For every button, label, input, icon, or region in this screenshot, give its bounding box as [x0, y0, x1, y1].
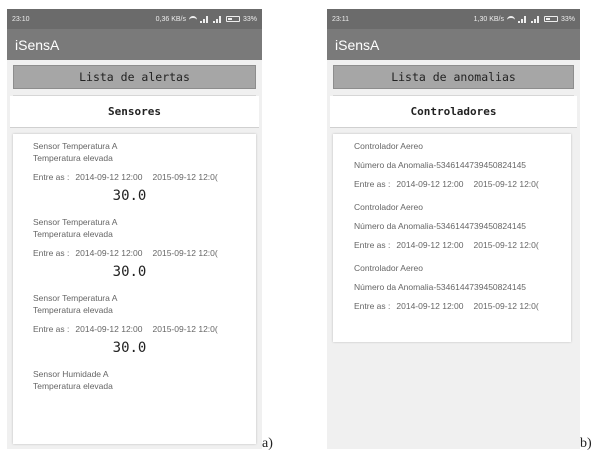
start-date: 2014-09-12 12:00	[75, 324, 143, 334]
range-label: Entre as :	[354, 179, 391, 189]
start-date: 2014-09-12 12:00	[396, 301, 464, 311]
controller-name: Controlador Aereo	[354, 263, 423, 273]
tab-sensores[interactable]: Sensores	[10, 96, 259, 128]
alert-description: Temperatura elevada	[33, 229, 113, 239]
start-date: 2014-09-12 12:00	[396, 179, 464, 189]
start-date: 2014-09-12 12:00	[396, 240, 464, 250]
list-item[interactable]: Sensor Temperatura A Temperatura elevada…	[33, 292, 256, 356]
battery-icon	[225, 16, 240, 22]
date-range: Entre as : 2014-09-12 12:00 2015-09-12 12:…	[354, 301, 571, 311]
figure-caption-a: a)	[262, 436, 273, 451]
range-label: Entre as :	[354, 301, 391, 311]
alert-description: Temperatura elevada	[33, 305, 113, 315]
anomaly-number: Número da Anomalia-5346144739450824145	[354, 160, 527, 170]
wifi-icon	[188, 16, 197, 22]
date-range: Entre as : 2014-09-12 12:00 2015-09-12 12:…	[354, 240, 571, 250]
list-item[interactable]: Controlador Aereo Número da Anomalia-534…	[354, 140, 571, 189]
anomaly-list[interactable]: Controlador Aereo Número da Anomalia-534…	[333, 134, 571, 342]
anomaly-number: Número da Anomalia-5346144739450824145	[354, 282, 527, 292]
status-bar: 23:11 1,30 KB/s 33%	[327, 9, 580, 29]
date-range: Entre as : 2014-09-12 12:00 2015-09-12 12:…	[354, 179, 571, 189]
alert-value: 30.0	[112, 340, 147, 356]
range-label: Entre as :	[354, 240, 391, 250]
date-range: Entre as : 2014-09-12 12:00 2015-09-12 12:…	[33, 248, 256, 258]
controller-name: Controlador Aereo	[354, 141, 423, 151]
end-date: 2015-09-12 12:0(	[473, 240, 539, 250]
phone-screen-anomalies: 23:11 1,30 KB/s 33% iSensA Lista de anom…	[327, 9, 580, 449]
alert-title: Sensor Temperatura A	[33, 217, 118, 227]
alert-list[interactable]: Sensor Temperatura A Temperatura elevada…	[13, 134, 256, 444]
status-time: 23:10	[12, 15, 30, 23]
app-bar: iSensA	[327, 29, 580, 60]
controller-name: Controlador Aereo	[354, 202, 423, 212]
signal-icon	[212, 15, 223, 23]
app-title: iSensA	[335, 36, 380, 53]
app-title: iSensA	[15, 36, 60, 53]
end-date: 2015-09-12 12:0(	[152, 324, 218, 334]
date-range: Entre as : 2014-09-12 12:00 2015-09-12 12:…	[33, 324, 256, 334]
anomaly-list-button[interactable]: Lista de anomalias	[333, 65, 574, 89]
end-date: 2015-09-12 12:0(	[473, 179, 539, 189]
range-label: Entre as :	[33, 324, 70, 334]
wifi-icon	[506, 16, 515, 22]
tab-controladores[interactable]: Controladores	[330, 96, 577, 128]
date-range: Entre as : 2014-09-12 12:00 2015-09-12 12:…	[33, 172, 256, 182]
alert-value: 30.0	[112, 264, 147, 280]
list-item[interactable]: Controlador Aereo Número da Anomalia-534…	[354, 201, 571, 250]
alert-title: Sensor Humidade A	[33, 369, 109, 379]
battery-icon	[543, 16, 558, 22]
signal-icon	[199, 15, 210, 23]
alert-description: Temperatura elevada	[33, 381, 113, 391]
end-date: 2015-09-12 12:0(	[473, 301, 539, 311]
list-item[interactable]: Sensor Humidade A Temperatura elevada	[33, 368, 256, 392]
range-label: Entre as :	[33, 172, 70, 182]
alert-title: Sensor Temperatura A	[33, 293, 118, 303]
list-item[interactable]: Sensor Temperatura A Temperatura elevada…	[33, 140, 256, 204]
signal-icon	[517, 15, 528, 23]
range-label: Entre as :	[33, 248, 70, 258]
network-speed: 1,30 KB/s	[473, 15, 504, 23]
battery-level: 33%	[560, 15, 575, 23]
alert-list-button[interactable]: Lista de alertas	[13, 65, 256, 89]
battery-level: 33%	[242, 15, 257, 23]
status-bar: 23:10 0,36 KB/s 33%	[7, 9, 262, 29]
alert-value: 30.0	[112, 188, 147, 204]
start-date: 2014-09-12 12:00	[75, 172, 143, 182]
alert-title: Sensor Temperatura A	[33, 141, 118, 151]
end-date: 2015-09-12 12:0(	[152, 248, 218, 258]
app-bar: iSensA	[7, 29, 262, 60]
phone-screen-alerts: 23:10 0,36 KB/s 33% iSensA Lista de aler…	[7, 9, 262, 449]
list-item[interactable]: Controlador Aereo Número da Anomalia-534…	[354, 262, 571, 311]
alert-description: Temperatura elevada	[33, 153, 113, 163]
list-item[interactable]: Sensor Temperatura A Temperatura elevada…	[33, 216, 256, 280]
signal-icon	[530, 15, 541, 23]
start-date: 2014-09-12 12:00	[75, 248, 143, 258]
figure-caption-b: b)	[580, 436, 592, 451]
status-time: 23:11	[332, 15, 349, 23]
network-speed: 0,36 KB/s	[155, 15, 186, 23]
anomaly-number: Número da Anomalia-5346144739450824145	[354, 221, 527, 231]
end-date: 2015-09-12 12:0(	[152, 172, 218, 182]
